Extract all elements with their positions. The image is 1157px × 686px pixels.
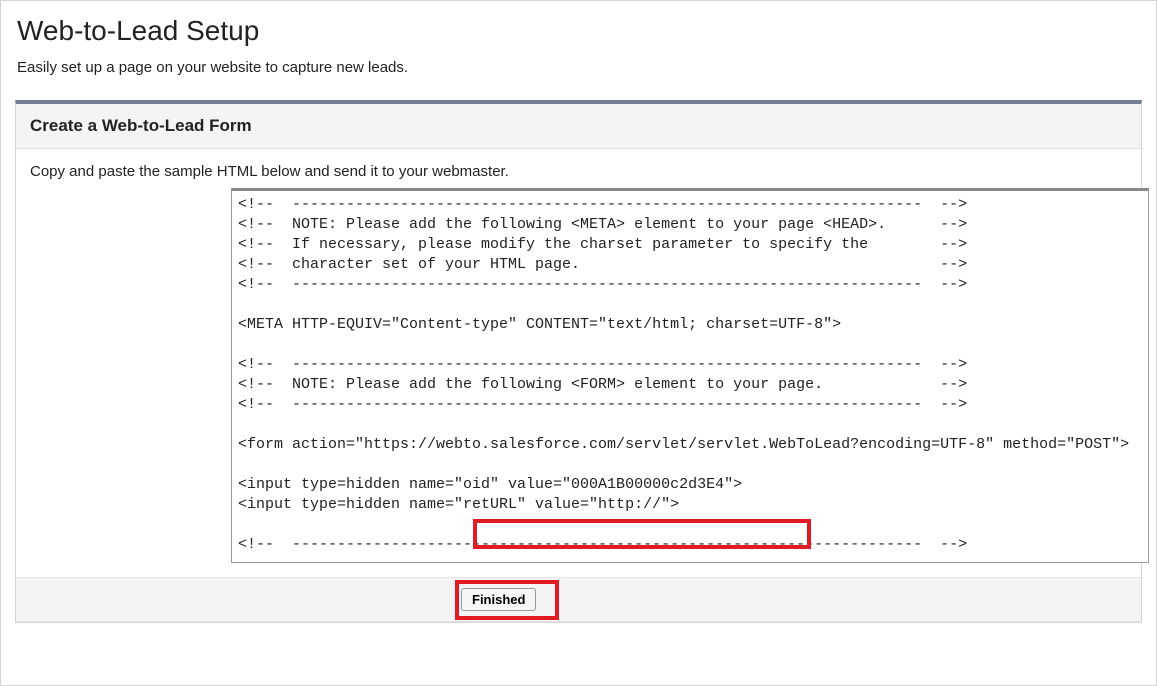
finished-button[interactable]: Finished [461,588,536,611]
panel-header: Create a Web-to-Lead Form [16,104,1141,149]
panel-footer: Finished [16,577,1141,622]
page-subtitle: Easily set up a page on your website to … [17,59,1156,76]
panel-header-title: Create a Web-to-Lead Form [30,116,1127,136]
finished-wrap: Finished [461,588,536,611]
page-title: Web-to-Lead Setup [17,15,1156,47]
form-panel: Create a Web-to-Lead Form Copy and paste… [15,100,1142,623]
app-container: Web-to-Lead Setup Easily set up a page o… [0,0,1157,686]
code-area-wrap: <!-- -----------------------------------… [231,188,1141,563]
html-sample-textarea[interactable]: <!-- -----------------------------------… [231,188,1149,563]
panel-description: Copy and paste the sample HTML below and… [16,149,1141,188]
